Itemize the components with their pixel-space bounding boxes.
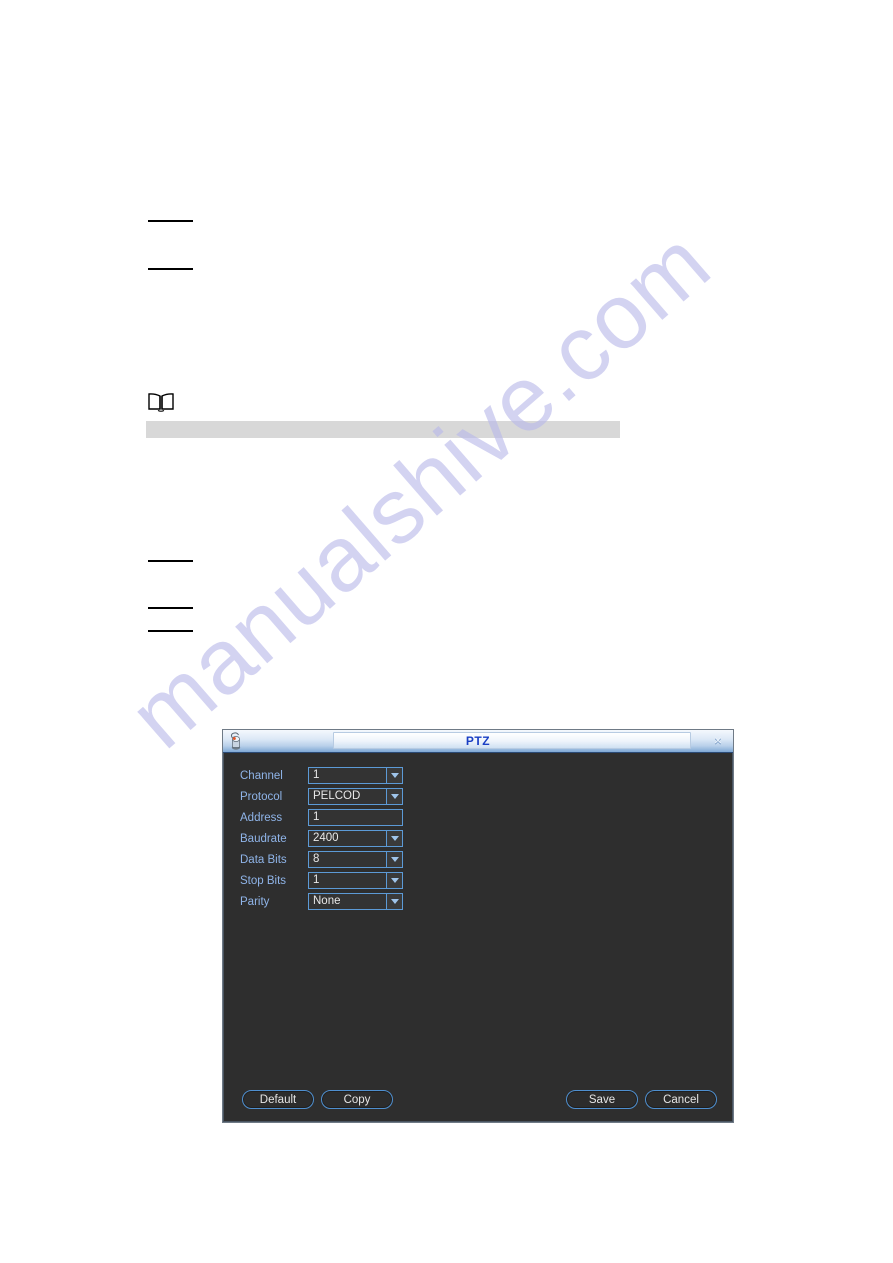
data-bits-value: 8: [313, 853, 320, 865]
dialog-body: Channel 1 Protocol PELCOD Address 1 Baud…: [223, 753, 733, 1122]
channel-value: 1: [313, 769, 320, 781]
parity-value: None: [313, 895, 341, 907]
text-rule: [148, 607, 193, 609]
text-rule: [148, 560, 193, 562]
form-row-protocol: Protocol PELCOD: [240, 786, 403, 807]
baudrate-select[interactable]: 2400: [308, 830, 403, 847]
channel-label: Channel: [240, 769, 283, 782]
data-bits-select[interactable]: 8: [308, 851, 403, 868]
protocol-label: Protocol: [240, 790, 283, 803]
watermark: manualshive.com: [110, 211, 730, 768]
parity-select[interactable]: None: [308, 893, 403, 910]
chevron-down-icon[interactable]: [386, 894, 402, 909]
document-page: manualshive.com PTZ × Channel 1 Protocol…: [0, 0, 893, 1263]
chevron-down-icon[interactable]: [386, 789, 402, 804]
chevron-down-icon[interactable]: [386, 852, 402, 867]
address-value: 1: [313, 811, 320, 823]
address-input[interactable]: 1: [308, 809, 403, 826]
stop-bits-select[interactable]: 1: [308, 872, 403, 889]
form-row-parity: Parity None: [240, 891, 403, 912]
protocol-select[interactable]: PELCOD: [308, 788, 403, 805]
data-bits-label: Data Bits: [240, 853, 287, 866]
default-button[interactable]: Default: [242, 1090, 314, 1109]
form-row-channel: Channel 1: [240, 765, 403, 786]
form-row-stop-bits: Stop Bits 1: [240, 870, 403, 891]
stop-bits-value: 1: [313, 874, 320, 886]
dialog-title: PTZ: [465, 734, 491, 748]
chevron-down-icon[interactable]: [386, 831, 402, 846]
chevron-down-icon[interactable]: [386, 873, 402, 888]
close-icon[interactable]: ×: [709, 731, 727, 749]
copy-button[interactable]: Copy: [321, 1090, 393, 1109]
highlight-bar: [146, 421, 620, 438]
form-row-address: Address 1: [240, 807, 403, 828]
save-button[interactable]: Save: [566, 1090, 638, 1109]
address-label: Address: [240, 811, 283, 824]
form-row-data-bits: Data Bits 8: [240, 849, 403, 870]
ptz-dialog: PTZ × Channel 1 Protocol PELCOD Address …: [222, 729, 734, 1123]
dialog-titlebar[interactable]: PTZ ×: [223, 730, 733, 753]
protocol-value: PELCOD: [313, 790, 361, 802]
baudrate-value: 2400: [313, 832, 339, 844]
dialog-button-bar: Default Copy Save Cancel: [224, 1090, 732, 1110]
form-row-baudrate: Baudrate 2400: [240, 828, 403, 849]
open-book-icon: [148, 393, 174, 412]
text-rule: [148, 220, 193, 222]
text-rule: [148, 630, 193, 632]
channel-select[interactable]: 1: [308, 767, 403, 784]
baudrate-label: Baudrate: [240, 832, 287, 845]
text-rule: [148, 268, 193, 270]
ptz-form: Channel 1 Protocol PELCOD Address 1 Baud…: [240, 765, 403, 912]
stop-bits-label: Stop Bits: [240, 874, 287, 887]
cancel-button[interactable]: Cancel: [645, 1090, 717, 1109]
chevron-down-icon[interactable]: [386, 768, 402, 783]
parity-label: Parity: [240, 895, 270, 908]
